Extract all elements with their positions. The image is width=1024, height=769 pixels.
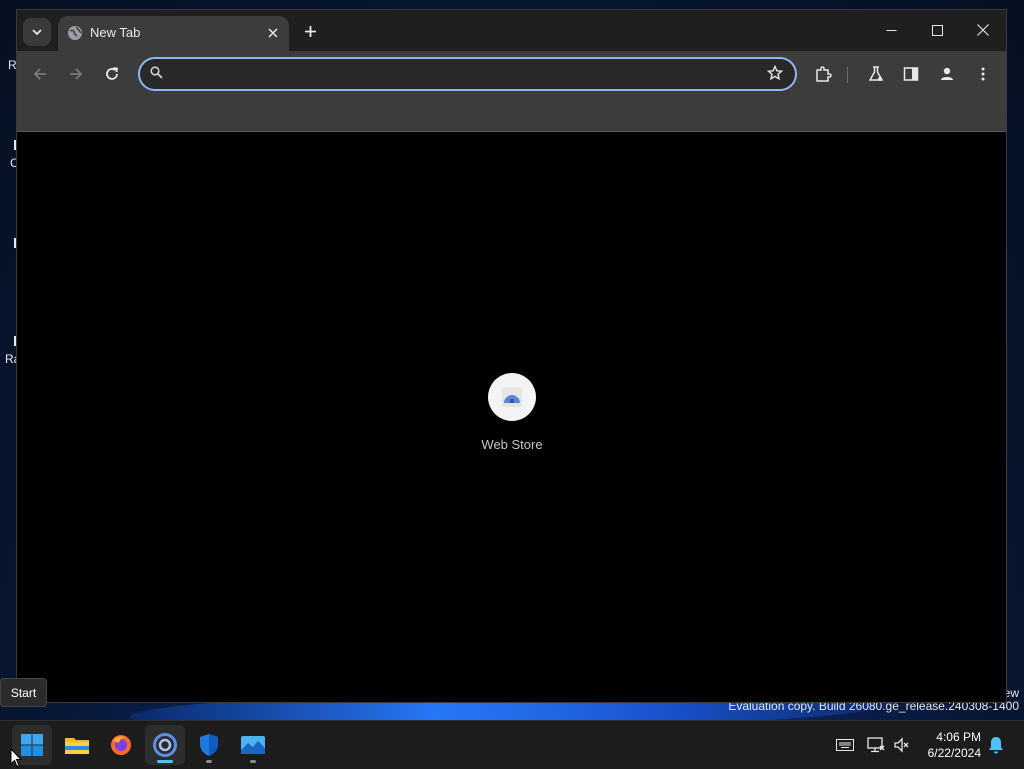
notifications-button[interactable] [986, 735, 1006, 755]
running-app-indicator [206, 760, 212, 763]
firefox-icon [111, 735, 131, 755]
person-icon [941, 67, 953, 80]
running-app-indicator [250, 760, 256, 763]
browser-toolbar [17, 51, 1006, 96]
close-icon [268, 28, 278, 38]
shortcut-web-store[interactable]: Web Store [462, 373, 562, 452]
back-button[interactable] [27, 61, 53, 87]
more-vert-icon [981, 67, 985, 81]
plus-icon [304, 25, 316, 37]
side-panel-icon [903, 67, 919, 81]
menu-button[interactable] [970, 61, 996, 87]
maximize-icon [931, 24, 943, 36]
new-tab-button[interactable] [299, 20, 321, 42]
tab-new-tab[interactable]: New Tab [58, 16, 289, 51]
reload-icon [106, 67, 119, 80]
address-bar[interactable] [138, 57, 797, 91]
shield-icon [200, 734, 218, 756]
clock-time: 4:06 PM [936, 730, 981, 744]
shortcut-icon-container [488, 373, 536, 421]
keyboard-icon [836, 739, 854, 751]
new-tab-page: Web Store [17, 132, 1006, 702]
desktop-icon-label-1[interactable]: R [8, 58, 17, 72]
web-store-icon [502, 387, 522, 407]
tab-search-button[interactable] [23, 18, 51, 46]
network-disconnected-icon [867, 737, 885, 753]
maximize-button[interactable] [914, 10, 960, 50]
arrow-right-icon [70, 68, 83, 80]
taskbar: 4:06 PM 6/22/2024 [0, 720, 1024, 769]
clock-date: 6/22/2024 [927, 746, 981, 760]
profile-button[interactable] [934, 61, 960, 87]
touch-keyboard-button[interactable] [835, 735, 855, 755]
chevron-down-icon [32, 29, 42, 36]
volume-button[interactable] [892, 735, 912, 755]
taskbar-chrome[interactable] [145, 725, 185, 765]
address-input[interactable] [172, 63, 756, 87]
active-app-indicator [157, 760, 173, 763]
volume-muted-icon [894, 737, 909, 753]
windows-logo-icon [21, 734, 43, 756]
photos-icon [241, 736, 265, 754]
taskbar-defender[interactable] [189, 725, 229, 765]
globe-icon [68, 26, 82, 40]
side-panel-button[interactable] [898, 61, 924, 87]
minimize-icon [886, 29, 896, 31]
taskbar-photos[interactable] [233, 725, 273, 765]
close-icon [977, 24, 989, 36]
flask-icon [868, 66, 884, 81]
extensions-button[interactable] [810, 61, 836, 87]
toolbar-separator [847, 67, 848, 83]
search-icon [150, 66, 163, 79]
arrow-left-icon [33, 68, 46, 80]
taskbar-file-explorer[interactable] [57, 725, 97, 765]
folder-icon [65, 738, 89, 754]
system-clock[interactable]: 4:06 PM 6/22/2024 [928, 729, 981, 761]
puzzle-icon [816, 66, 832, 82]
tab-strip: New Tab [17, 10, 1006, 51]
network-button[interactable] [866, 735, 886, 755]
chrome-icon [153, 733, 177, 757]
mouse-cursor-icon [10, 748, 22, 768]
window-close-button[interactable] [960, 10, 1006, 50]
taskbar-firefox[interactable] [101, 725, 141, 765]
reload-button[interactable] [99, 61, 125, 87]
tab-close-button[interactable] [263, 23, 283, 43]
bell-icon [989, 737, 1003, 754]
labs-button[interactable] [863, 61, 889, 87]
star-icon[interactable] [767, 65, 783, 81]
browser-window: New Tab Web Store [17, 10, 1006, 702]
bookmarks-bar [17, 96, 1006, 132]
minimize-button[interactable] [868, 10, 914, 50]
forward-button[interactable] [63, 61, 89, 87]
tab-title: New Tab [90, 25, 141, 40]
start-tooltip: Start [0, 678, 47, 707]
shortcut-label: Web Store [481, 437, 543, 452]
